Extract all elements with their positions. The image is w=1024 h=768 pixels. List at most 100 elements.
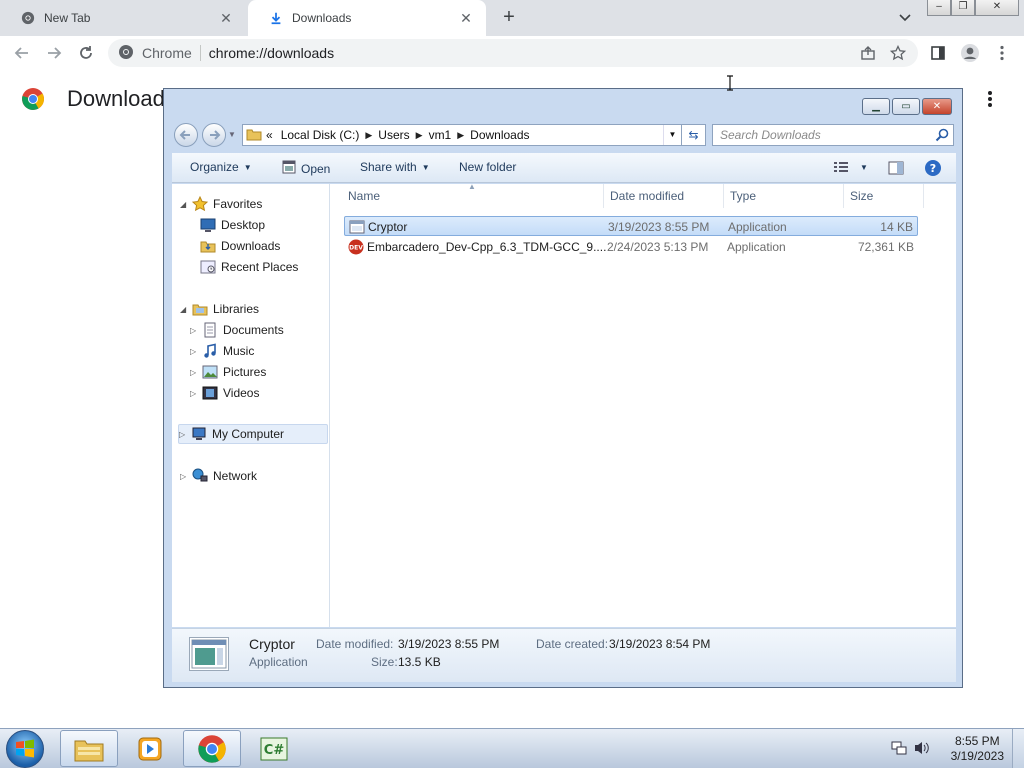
chevron-right-icon[interactable]: ▶	[365, 130, 372, 141]
refresh-icon[interactable]: ⇆	[682, 124, 706, 146]
close-tab-icon[interactable]: ✕	[458, 10, 474, 26]
maximize-icon[interactable]: ▭	[892, 98, 920, 115]
nav-favorites[interactable]: ◢ Favorites	[180, 194, 262, 214]
expand-arrow-icon[interactable]: ▷	[190, 347, 202, 356]
column-header-date-modified[interactable]: Date modified	[604, 184, 724, 208]
organize-button[interactable]: Organize ▼	[190, 160, 252, 174]
file-thumbnail-icon	[189, 637, 229, 671]
address-bar[interactable]: Chrome chrome://downloads	[108, 39, 918, 67]
taskbar-media-player-icon[interactable]	[121, 730, 179, 767]
nav-desktop[interactable]: Desktop	[200, 215, 265, 235]
forward-icon[interactable]	[202, 123, 226, 147]
expand-arrow-icon[interactable]: ▷	[190, 368, 202, 377]
tab-downloads[interactable]: Downloads ✕	[248, 0, 486, 36]
file-row[interactable]: Cryptor 3/19/2023 8:55 PM Application 14…	[344, 216, 918, 236]
restore-icon[interactable]: ❐	[951, 0, 975, 16]
nav-label: Documents	[223, 323, 284, 337]
file-row[interactable]: DEV Embarcadero_Dev-Cpp_6.3_TDM-GCC_9...…	[344, 237, 918, 257]
recent-pages-chevron-icon[interactable]: ▼	[228, 130, 236, 139]
breadcrumb[interactable]: « Local Disk (C:) ▶ Users ▶ vm1 ▶ Downlo…	[242, 124, 682, 146]
reload-icon[interactable]	[74, 41, 98, 65]
navigation-pane: ◢ Favorites Desktop Downloads Recent Pla…	[172, 184, 330, 627]
desktop-icon	[200, 217, 216, 233]
details-file-kind: Application	[249, 655, 308, 669]
taskbar-explorer-icon[interactable]	[60, 730, 118, 767]
system-clock[interactable]: 8:55 PM 3/19/2023	[951, 734, 1004, 764]
folder-icon	[246, 126, 262, 145]
column-header-type[interactable]: Type	[724, 184, 844, 208]
nav-documents[interactable]: ▷ Documents	[190, 320, 284, 340]
close-tab-icon[interactable]: ✕	[218, 10, 234, 26]
back-icon[interactable]	[10, 41, 34, 65]
chevron-down-icon[interactable]	[896, 8, 914, 26]
command-bar: Organize ▼ Open Share with ▼ New folder ▼ …	[172, 153, 956, 183]
chrome-icon	[20, 10, 36, 26]
chevron-right-icon[interactable]: ▶	[416, 130, 423, 141]
back-icon[interactable]	[174, 123, 198, 147]
collapse-arrow-icon[interactable]: ◢	[180, 305, 192, 314]
share-with-button[interactable]: Share with ▼	[360, 160, 430, 174]
side-panel-icon[interactable]	[926, 41, 950, 65]
breadcrumb-overflow[interactable]: «	[266, 128, 273, 142]
profile-avatar-icon[interactable]	[958, 41, 982, 65]
nav-videos[interactable]: ▷ Videos	[190, 383, 259, 403]
nav-downloads[interactable]: Downloads	[200, 236, 280, 256]
preview-pane-icon[interactable]	[888, 161, 904, 175]
breadcrumb-downloads[interactable]: Downloads	[470, 128, 529, 142]
show-desktop-button[interactable]	[1012, 729, 1024, 768]
help-icon[interactable]: ?	[924, 159, 942, 177]
bookmark-star-icon[interactable]	[889, 44, 907, 64]
open-button[interactable]: Open	[282, 160, 330, 177]
kebab-menu-icon[interactable]	[990, 41, 1014, 65]
details-date-created-label: Date created:	[536, 637, 609, 651]
expand-arrow-icon[interactable]: ▷	[190, 389, 202, 398]
close-window-icon[interactable]: ✕	[922, 98, 952, 115]
minimize-icon[interactable]: –	[927, 0, 951, 16]
search-input[interactable]: Search Downloads	[712, 124, 954, 146]
search-icon[interactable]	[935, 128, 949, 142]
address-dropdown-icon[interactable]: ▼	[663, 125, 681, 145]
expand-arrow-icon[interactable]: ▷	[180, 472, 192, 481]
nav-label: My Computer	[212, 427, 285, 441]
nav-music[interactable]: ▷ Music	[190, 341, 254, 361]
new-folder-button[interactable]: New folder	[459, 160, 516, 174]
star-icon	[192, 196, 208, 212]
downloads-folder-icon	[200, 238, 216, 254]
page-title: Downloads	[67, 86, 176, 111]
nav-network[interactable]: ▷ Network	[180, 466, 257, 486]
expand-arrow-icon[interactable]: ▷	[190, 326, 202, 335]
tab-new-tab[interactable]: New Tab ✕	[0, 0, 246, 36]
dropdown-arrow-icon: ▼	[243, 162, 252, 172]
forward-icon[interactable]	[42, 41, 66, 65]
column-header-size[interactable]: Size	[844, 184, 924, 208]
breadcrumb-users[interactable]: Users	[378, 128, 409, 142]
taskbar-csharp-icon[interactable]: C#	[245, 730, 303, 767]
nav-pictures[interactable]: ▷ Pictures	[190, 362, 266, 382]
taskbar-chrome-icon[interactable]	[183, 730, 241, 767]
collapse-arrow-icon[interactable]: ◢	[180, 200, 192, 209]
more-actions-icon[interactable]	[982, 88, 998, 112]
expand-arrow-icon[interactable]: ▷	[179, 430, 191, 439]
volume-icon[interactable]	[913, 739, 931, 757]
share-icon[interactable]	[860, 45, 876, 64]
minimize-icon[interactable]: ▁	[862, 98, 890, 115]
breadcrumb-local-disk[interactable]: Local Disk (C:)	[281, 128, 360, 142]
file-date: 2/24/2023 5:13 PM	[607, 240, 709, 254]
nav-my-computer[interactable]: ▷ My Computer	[178, 424, 328, 444]
start-button[interactable]	[6, 730, 44, 768]
file-type: Application	[727, 240, 786, 254]
open-app-icon	[282, 160, 296, 177]
svg-text:?: ?	[930, 162, 936, 175]
url-text[interactable]: chrome://downloads	[209, 45, 334, 61]
nav-libraries[interactable]: ◢ Libraries	[180, 299, 259, 319]
details-file-name: Cryptor	[249, 636, 295, 652]
nav-recent-places[interactable]: Recent Places	[200, 257, 298, 277]
close-window-icon[interactable]: ✕	[975, 0, 1019, 16]
network-tray-icon[interactable]	[890, 739, 908, 757]
change-view-button[interactable]: ▼	[834, 161, 868, 173]
window-controls: – ❐ ✕	[927, 0, 1019, 18]
breadcrumb-vm1[interactable]: vm1	[429, 128, 452, 142]
new-tab-button[interactable]: +	[498, 6, 520, 28]
navigation-row: ▼ « Local Disk (C:) ▶ Users ▶ vm1 ▶ Down…	[172, 122, 956, 148]
chevron-right-icon[interactable]: ▶	[457, 130, 464, 141]
